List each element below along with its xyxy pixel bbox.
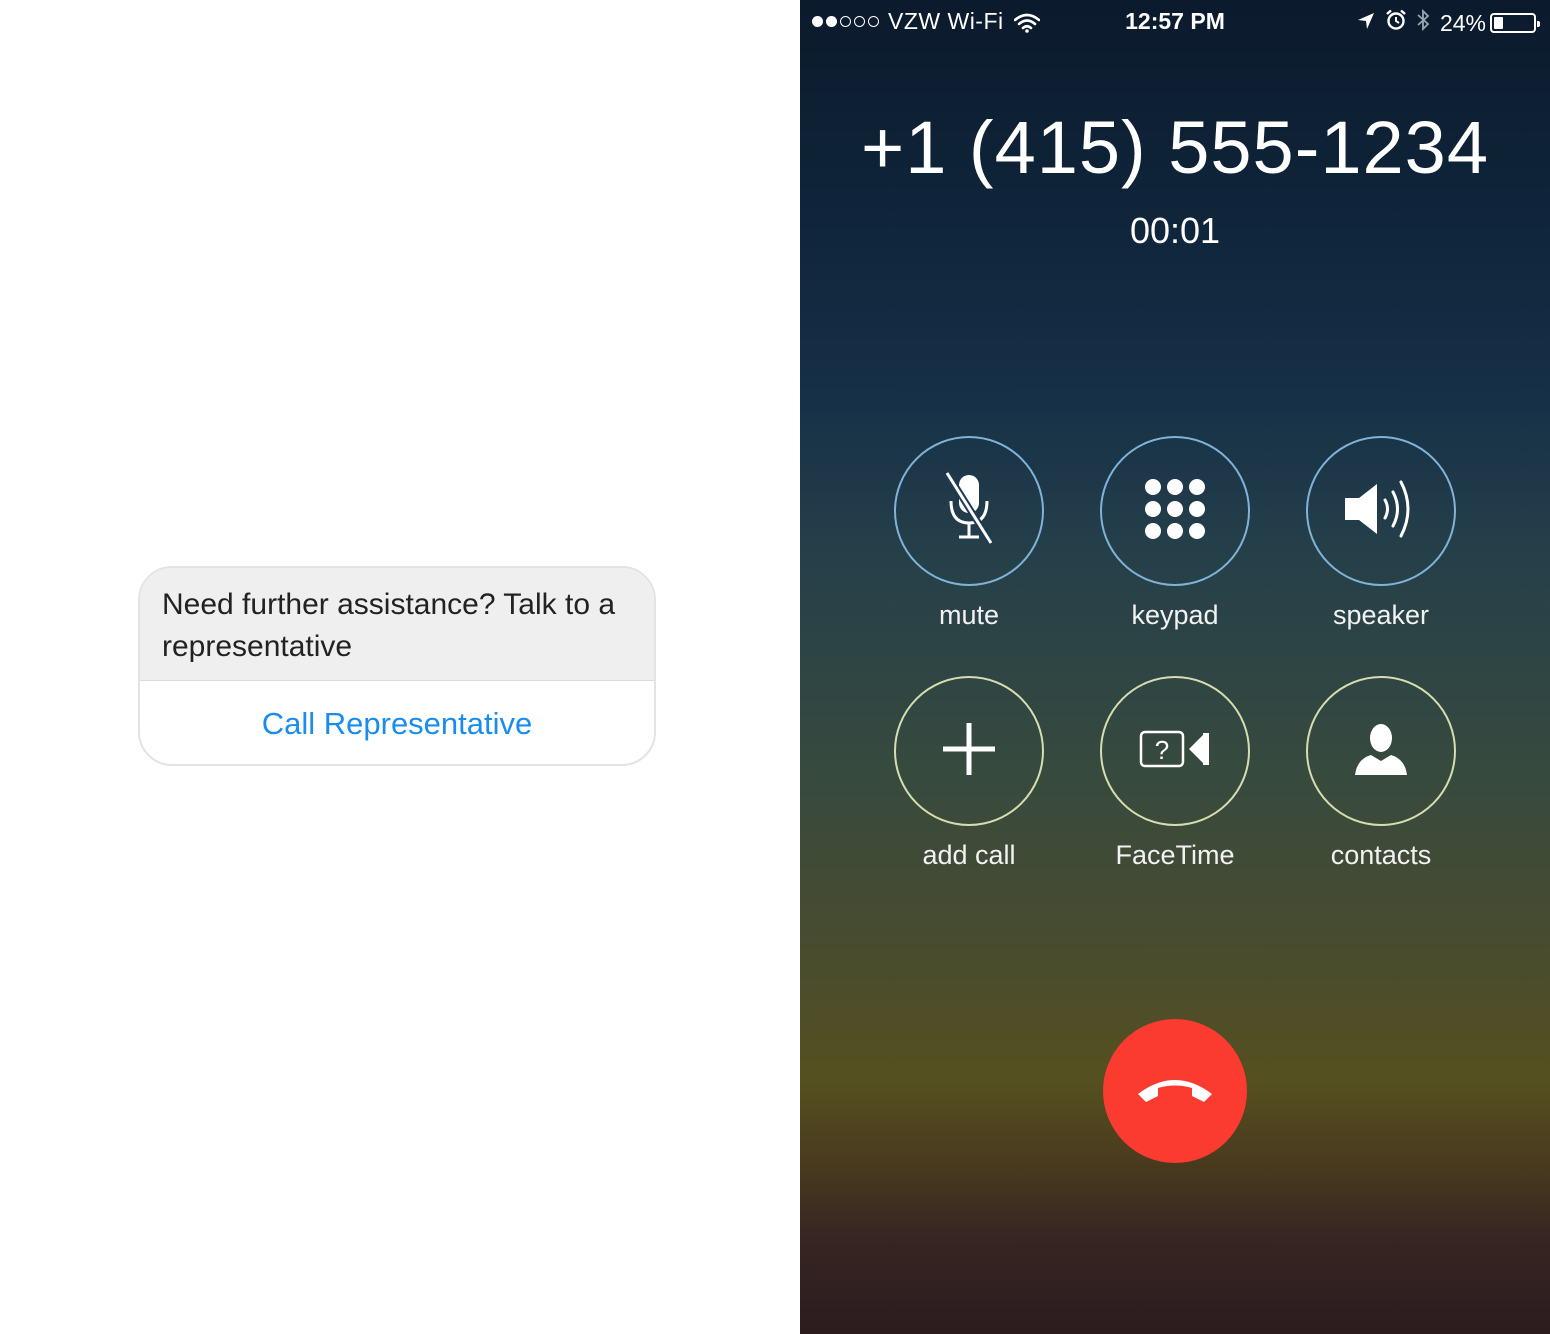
alarm-icon — [1385, 9, 1407, 37]
contacts-control: contacts — [1306, 676, 1456, 871]
bluetooth-icon — [1416, 8, 1430, 38]
facetime-control: ? FaceTime — [1100, 676, 1250, 871]
contacts-label: contacts — [1330, 840, 1432, 870]
status-bar: VZW Wi-Fi 12:57 PM 24% — [800, 0, 1550, 40]
end-call-button[interactable] — [1103, 1019, 1247, 1163]
keypad-control: keypad — [1100, 436, 1250, 631]
contacts-button[interactable] — [1306, 676, 1456, 826]
facetime-unavailable-icon: ? — [1139, 729, 1211, 774]
speaker-button[interactable] — [1306, 436, 1456, 586]
battery-icon — [1490, 13, 1540, 33]
muted-microphone-icon — [941, 470, 997, 552]
add-call-label: add call — [922, 840, 1016, 870]
end-call-handset-icon — [1134, 1072, 1216, 1111]
battery-percent: 24% — [1439, 9, 1486, 36]
chat-pane: Need further assistance? Talk to a repre… — [0, 0, 800, 1334]
location-arrow-icon — [1356, 10, 1376, 37]
speaker-label: speaker — [1332, 600, 1430, 630]
speaker-control: speaker — [1306, 436, 1456, 631]
add-call-button[interactable] — [894, 676, 1044, 826]
status-right: 24% — [1347, 8, 1540, 38]
facetime-button[interactable]: ? — [1100, 676, 1250, 826]
mute-label: mute — [938, 600, 1000, 630]
representative-prompt-card: Need further assistance? Talk to a repre… — [138, 566, 656, 766]
speaker-icon — [1343, 476, 1419, 547]
contact-person-icon — [1353, 721, 1409, 782]
add-call-control: add call — [894, 676, 1044, 871]
facetime-label: FaceTime — [1115, 840, 1235, 870]
keypad-button[interactable] — [1100, 436, 1250, 586]
keypad-grid-icon — [1144, 478, 1206, 545]
mute-control: mute — [894, 436, 1044, 631]
call-representative-button[interactable]: Call Representative — [140, 681, 654, 764]
keypad-label: keypad — [1131, 600, 1219, 630]
assistance-message: Need further assistance? Talk to a repre… — [140, 568, 654, 681]
plus-icon — [941, 721, 997, 782]
mute-button[interactable] — [894, 436, 1044, 586]
caller-number: +1 (415) 555-1234 — [861, 106, 1489, 189]
phone-call-screen: VZW Wi-Fi 12:57 PM 24% +1 (415) 555-1234… — [800, 0, 1550, 1334]
svg-text:?: ? — [1155, 735, 1169, 765]
call-duration: 00:01 — [1129, 210, 1221, 251]
